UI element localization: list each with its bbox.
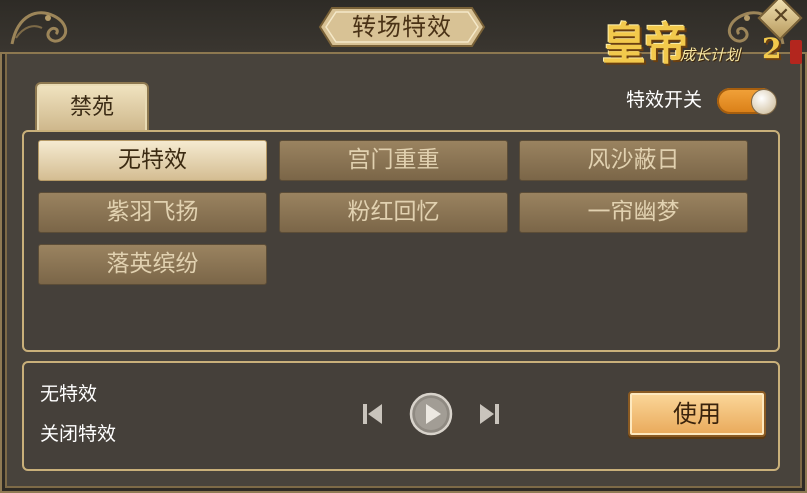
close-icon[interactable]: ✕ — [764, 0, 798, 34]
effect-option[interactable]: 紫羽飞扬 — [38, 192, 267, 233]
effect-option[interactable]: 粉红回忆 — [279, 192, 508, 233]
effect-option[interactable]: 落英缤纷 — [38, 244, 267, 285]
dragon-ornament-icon — [10, 11, 68, 45]
effect-option[interactable]: 一帘幽梦 — [519, 192, 748, 233]
effect-toggle-label: 特效开关 — [626, 89, 703, 111]
tab-label: 禁苑 — [69, 95, 114, 120]
effect-option[interactable]: 宫门重重 — [279, 140, 508, 181]
logo-sub-text: 成长计划 — [680, 46, 741, 64]
next-icon[interactable] — [476, 400, 502, 428]
use-button-label[interactable]: 使用 — [628, 391, 766, 437]
seal-icon — [790, 40, 802, 64]
logo-main-text: 皇帝 — [602, 19, 688, 70]
effect-option[interactable]: 无特效 — [38, 140, 267, 181]
effect-state-text: 关闭特效 — [40, 423, 117, 445]
current-effect-name: 无特效 — [40, 383, 98, 405]
effect-option[interactable]: 风沙蔽日 — [519, 140, 748, 181]
toggle-knob[interactable] — [751, 89, 777, 115]
previous-icon[interactable] — [360, 400, 386, 428]
play-icon[interactable] — [409, 392, 453, 436]
page-title: 转场特效 — [352, 13, 452, 41]
